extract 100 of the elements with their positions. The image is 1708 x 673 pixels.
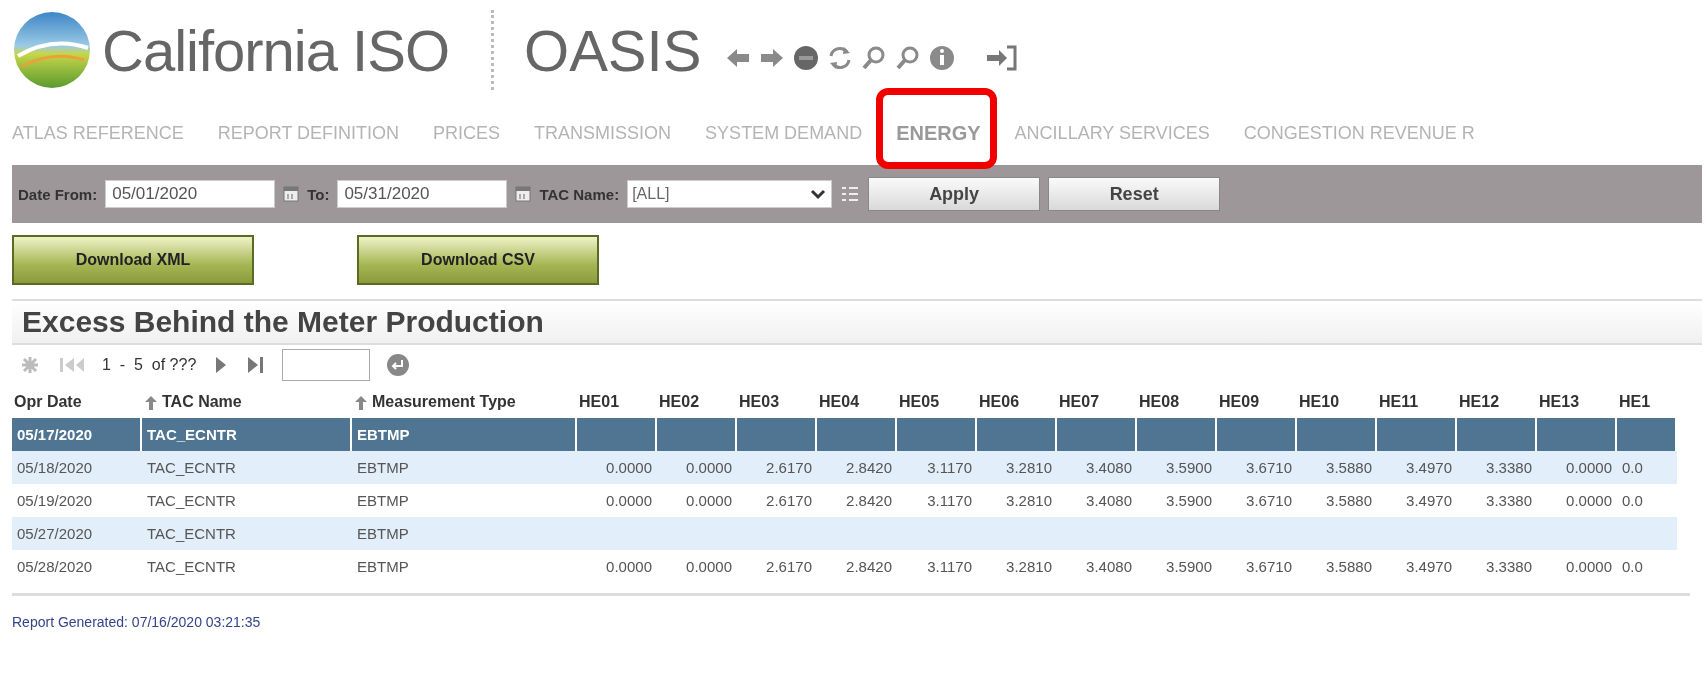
table-cell-text: EBTMP [356, 458, 410, 478]
table-cell-text: 05/28/2020 [16, 557, 94, 577]
table-cell-text: 05/19/2020 [16, 491, 94, 511]
table-cell-text: 3.5900 [1165, 491, 1213, 511]
table-cell-text: 3.2810 [1005, 458, 1053, 478]
table-cell-text: 2.8420 [845, 557, 893, 577]
table-cell [1617, 418, 1675, 451]
column-header[interactable]: HE04 [817, 385, 897, 418]
table-cell-text: 0.0 [1621, 458, 1644, 478]
table-cell-text: 0.0000 [685, 557, 733, 577]
apply-button[interactable]: Apply [868, 177, 1041, 211]
table-cell-text: 2.8420 [845, 491, 893, 511]
table-cell-text: 3.4970 [1405, 491, 1453, 511]
tac-name-dropdown[interactable]: [ALL] [627, 180, 833, 208]
table-cell-text: 3.5880 [1325, 557, 1373, 577]
table-cell-text: 3.2810 [1005, 491, 1053, 511]
table-cell-text: TAC_ECNTR [146, 524, 237, 544]
table-cell-text: 2.6170 [765, 557, 813, 577]
brand-name: California ISO [102, 16, 450, 84]
reset-button[interactable]: Reset [1048, 177, 1221, 211]
column-header[interactable]: HE03 [737, 385, 817, 418]
table-cell-text: 0.0000 [605, 491, 653, 511]
table-cell-text: 3.4080 [1085, 557, 1133, 577]
table-cell-text: EBTMP [356, 524, 410, 544]
table-cell-text: 3.1170 [926, 557, 973, 577]
report-generated-text: Report Generated: 07/16/2020 03:21:35 [12, 614, 262, 630]
column-header[interactable]: HE09 [1217, 385, 1297, 418]
page-range: 1 - 5 of ??? [102, 356, 197, 374]
column-header[interactable]: HE12 [1457, 385, 1537, 418]
sort-arrow-icon[interactable] [144, 393, 158, 410]
table-cell-text: 3.4080 [1085, 458, 1133, 478]
table-cell-text: EBTMP [356, 557, 410, 577]
column-header[interactable]: HE08 [1137, 385, 1217, 418]
table-cell-text: 3.6710 [1245, 458, 1293, 478]
table-cell-text: 3.1170 [926, 491, 973, 511]
stop-icon[interactable] [793, 45, 820, 71]
table-cell-text: TAC_ECNTR [146, 458, 237, 478]
table-cell: 05/17/2020 [12, 418, 140, 451]
column-header[interactable]: Measurement Type [352, 385, 577, 418]
table-cell-text: 2.6170 [765, 458, 813, 478]
table-cell-text: 2.6170 [765, 491, 813, 511]
date-to-label: To: [307, 185, 330, 203]
table-cell-text: 3.3380 [1485, 458, 1533, 478]
column-header[interactable]: Opr Date [12, 385, 142, 418]
logout-icon[interactable] [985, 45, 1018, 71]
table-cell-text: 0.0000 [605, 557, 653, 577]
column-header[interactable]: HE06 [977, 385, 1057, 418]
table-cell-text: 3.3380 [1485, 491, 1533, 511]
date-from-field[interactable]: 05/01/2020 [105, 180, 276, 208]
column-header[interactable]: HE11 [1377, 385, 1457, 418]
column-header[interactable]: HE13 [1537, 385, 1617, 418]
column-header[interactable]: HE01 [577, 385, 657, 418]
table-cell-text: 3.6710 [1245, 557, 1293, 577]
calendar-icon[interactable] [283, 185, 300, 203]
tac-name-label: TAC Name: [539, 185, 620, 203]
back-arrow-icon[interactable] [725, 46, 752, 70]
date-from-label: Date From: [18, 185, 98, 203]
table-cell-text: 3.1170 [926, 458, 973, 478]
table-cell-text: 3.5900 [1165, 557, 1213, 577]
column-header[interactable]: HE02 [657, 385, 737, 418]
table-cell-text: 3.5880 [1325, 491, 1373, 511]
column-header[interactable]: TAC Name [142, 385, 352, 418]
column-header[interactable]: HE1 [1617, 385, 1677, 418]
table-cell-text: 3.3380 [1485, 557, 1533, 577]
table-cell-text: 3.6710 [1245, 491, 1293, 511]
page-number-field[interactable] [282, 349, 371, 381]
table-cell-text: TAC_ECNTR [146, 491, 237, 511]
table-cell-text: 05/18/2020 [16, 458, 94, 478]
table-cell-text: TAC_ECNTR [146, 557, 237, 577]
table-cell: EBTMP [352, 418, 575, 451]
table-cell-text: 0.0 [1621, 491, 1644, 511]
table-cell-text: 3.4970 [1405, 458, 1453, 478]
table-cell-text: 0.0000 [1565, 557, 1613, 577]
table-cell-text: 3.2810 [1005, 557, 1053, 577]
table-cell: TAC_ECNTR [142, 418, 350, 451]
table-cell-text: 0.0000 [1565, 458, 1613, 478]
date-to-field[interactable]: 05/31/2020 [337, 180, 508, 208]
list-icon[interactable] [840, 184, 861, 204]
column-header[interactable]: HE07 [1057, 385, 1137, 418]
table-cell-text: 2.8420 [845, 458, 893, 478]
column-header[interactable]: HE10 [1297, 385, 1377, 418]
sort-arrow-icon[interactable] [354, 393, 368, 410]
table-cell-text: 0.0000 [1565, 491, 1613, 511]
table-cell-text: 3.4080 [1085, 491, 1133, 511]
table-cell-text: 05/27/2020 [16, 524, 94, 544]
table-cell-text: 3.5900 [1165, 458, 1213, 478]
download-button[interactable]: Download CSV [357, 235, 599, 285]
column-header[interactable]: HE05 [897, 385, 977, 418]
download-button[interactable]: Download XML [12, 235, 254, 285]
table-cell-text: 0.0 [1621, 557, 1644, 577]
go-icon[interactable] [386, 353, 411, 377]
table-cell-text: 0.0000 [605, 458, 653, 478]
app-name: OASIS [524, 16, 702, 84]
table-cell-text: EBTMP [356, 491, 410, 511]
table-cell-text: 3.5880 [1325, 458, 1373, 478]
info-icon[interactable] [929, 45, 956, 71]
report-title: Excess Behind the Meter Production [12, 299, 1702, 345]
calendar-icon[interactable] [515, 185, 532, 203]
table-cell-text: 0.0000 [685, 491, 733, 511]
table-cell-text: 3.4970 [1405, 557, 1453, 577]
